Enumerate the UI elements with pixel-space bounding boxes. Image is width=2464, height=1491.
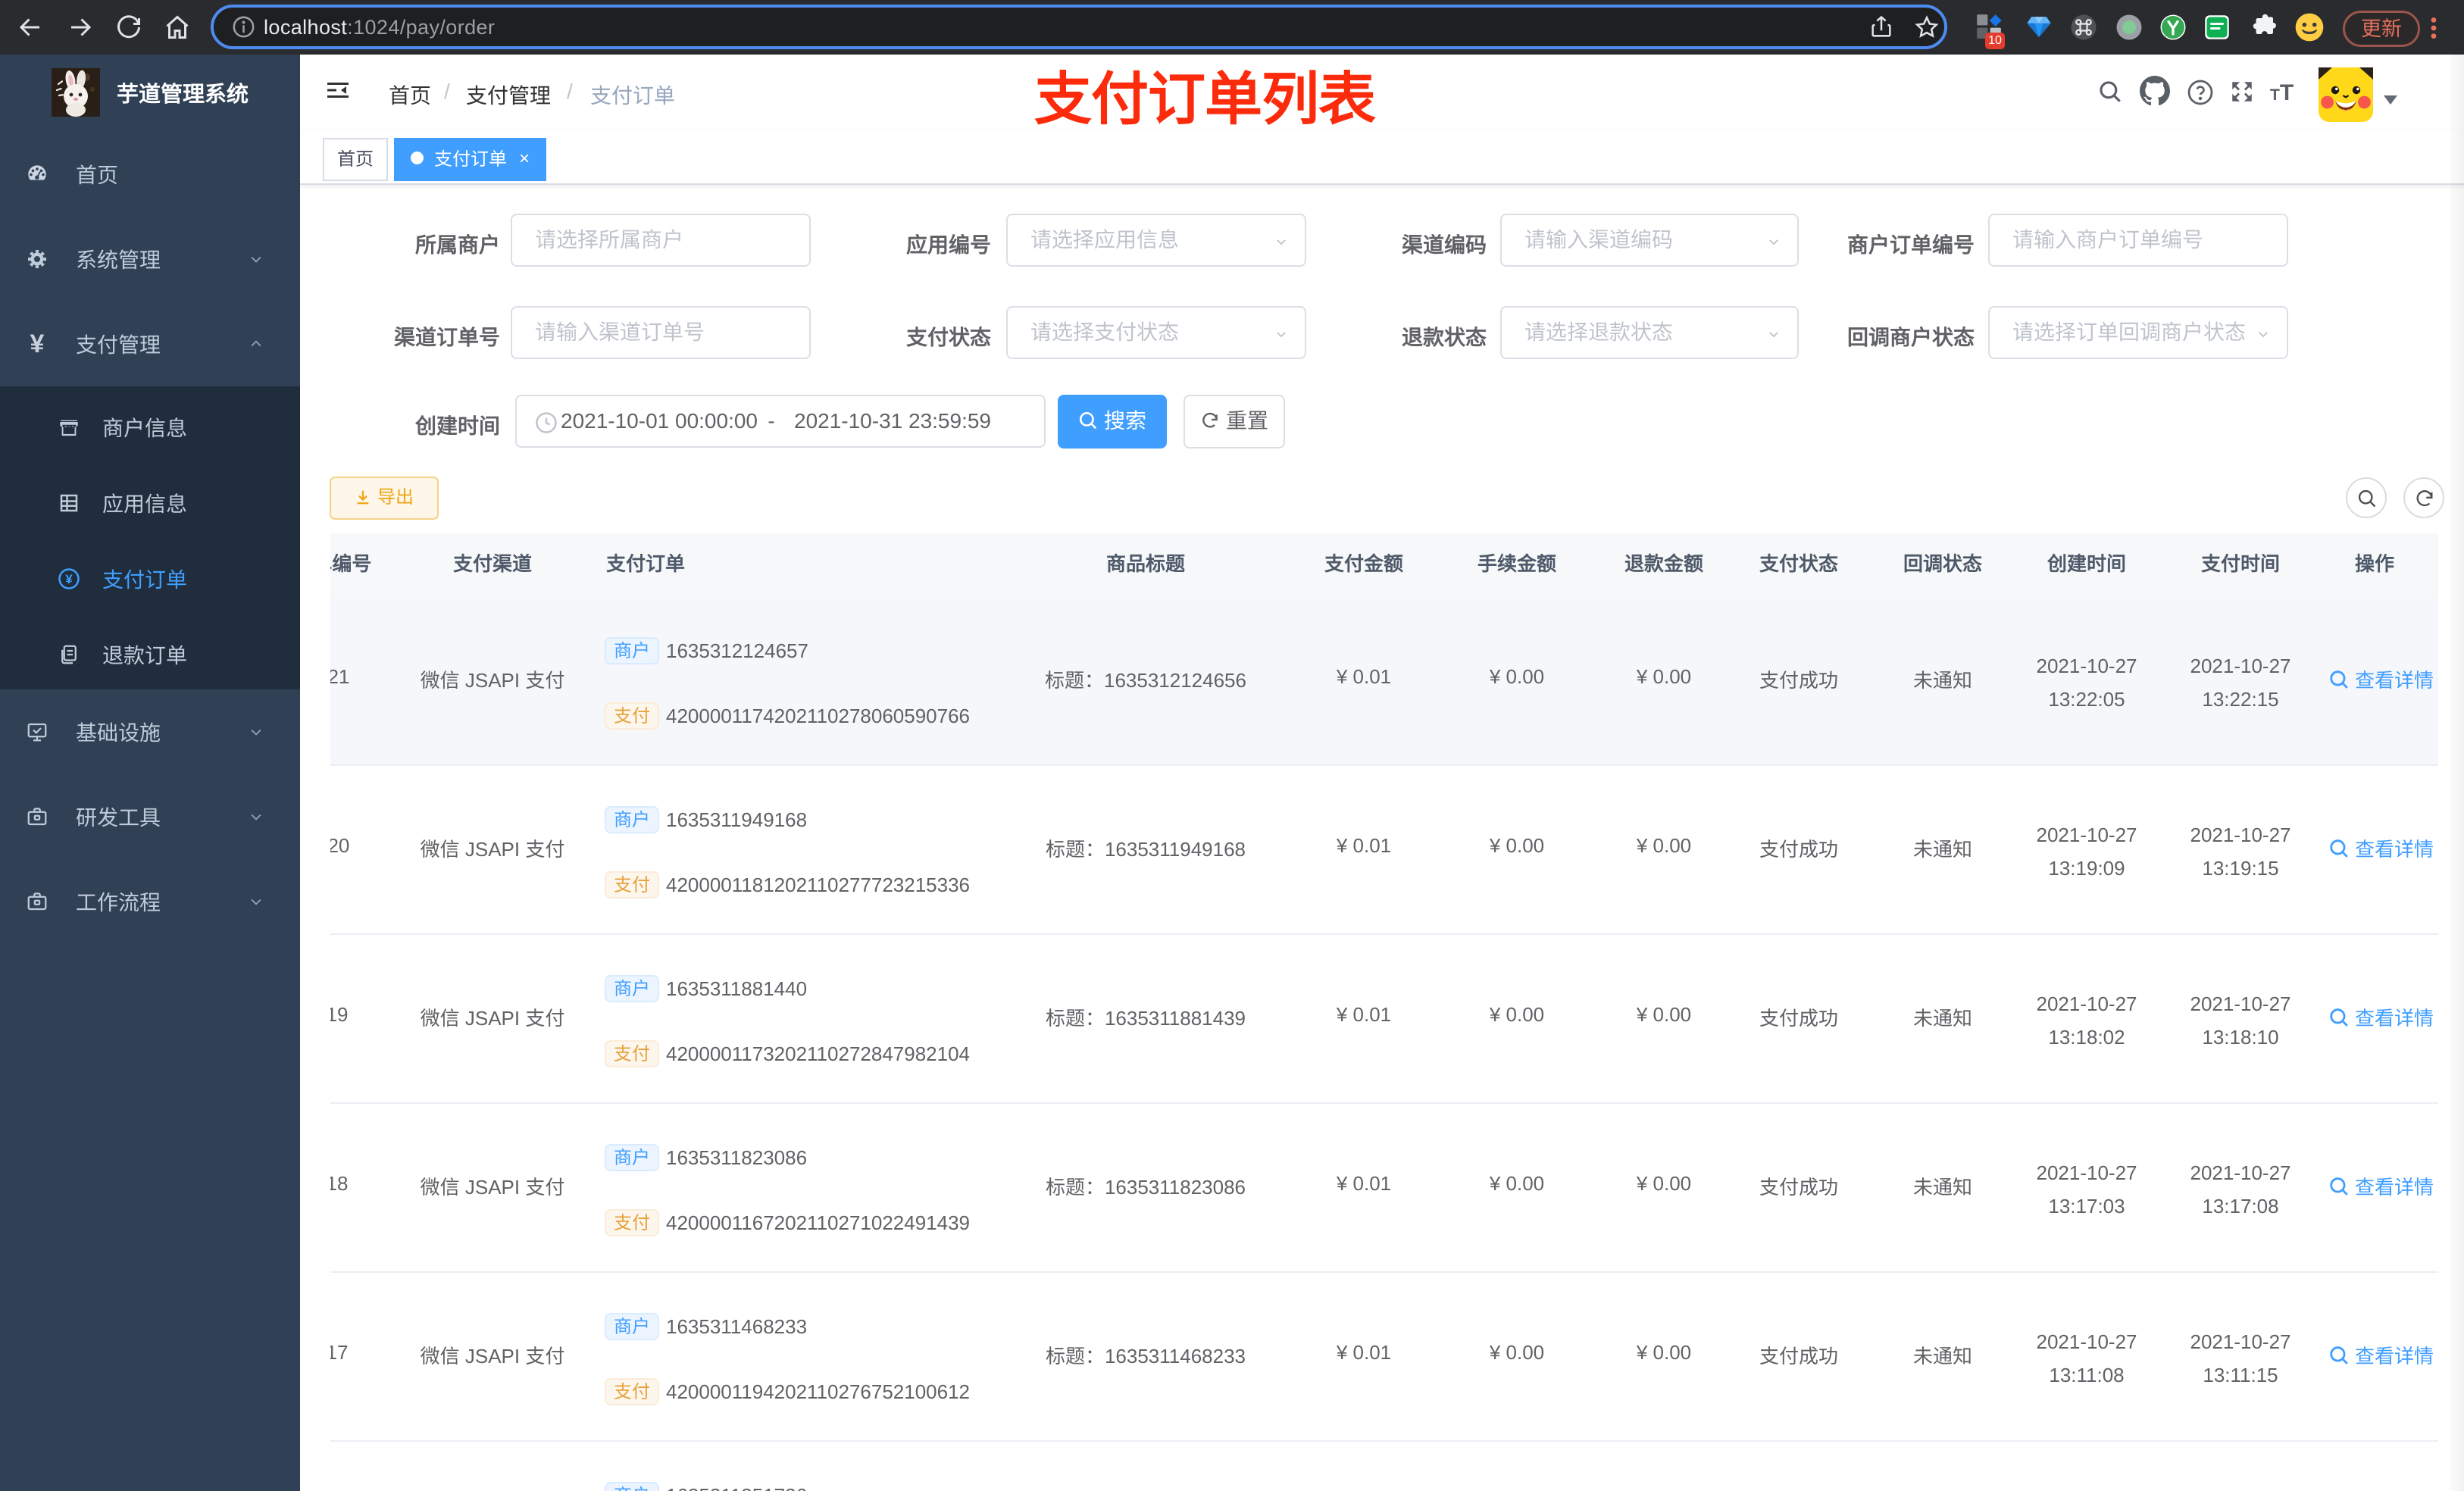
svg-text:¥: ¥ bbox=[65, 572, 73, 586]
